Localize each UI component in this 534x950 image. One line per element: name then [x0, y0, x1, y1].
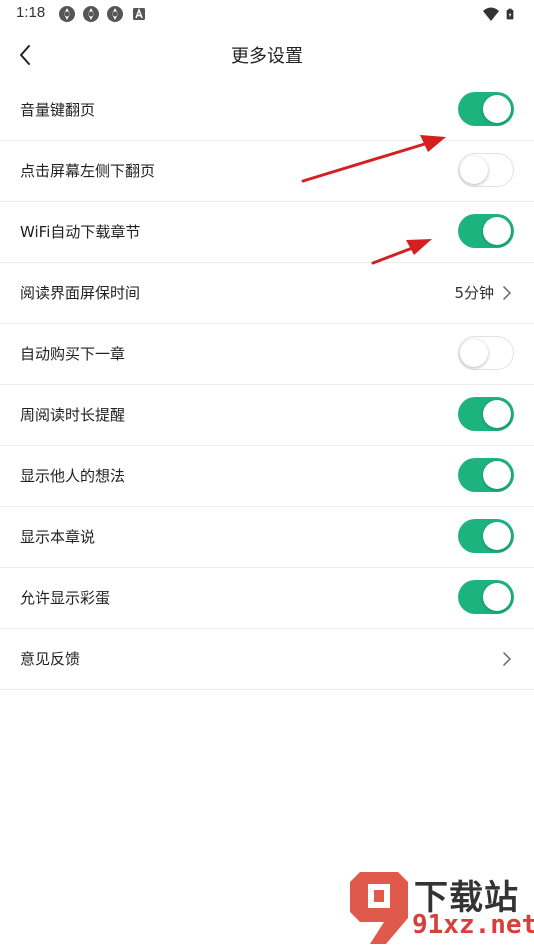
setting-tap-left-next-page: 点击屏幕左侧下翻页 [0, 141, 534, 202]
allow-easter-eggs-toggle[interactable] [458, 580, 514, 614]
watermark-text-bottom: 91xz.net [412, 910, 534, 940]
setting-label: 显示他人的想法 [20, 467, 126, 485]
setting-screensaver-time[interactable]: 阅读界面屏保时间 5分钟 [0, 263, 534, 324]
show-chapter-comments-toggle[interactable] [458, 519, 514, 553]
chevron-right-icon [503, 286, 511, 300]
toggle-knob [483, 95, 511, 123]
battery-icon [506, 8, 514, 20]
watermark: 下载站 91xz.net [346, 866, 534, 946]
setting-feedback[interactable]: 意见反馈 [0, 629, 534, 690]
toggle-knob [483, 583, 511, 611]
page-title: 更多设置 [231, 46, 303, 67]
setting-label: 意见反馈 [20, 650, 81, 668]
wifi-auto-download-toggle[interactable] [458, 214, 514, 248]
status-icons-right [482, 5, 518, 23]
status-bar: 1:18 [0, 0, 534, 28]
nav-bar: 更多设置 [0, 30, 534, 78]
chevron-right-icon [503, 652, 511, 666]
screensaver-time-value: 5分钟 [454, 284, 494, 302]
setting-auto-buy-next-chapter: 自动购买下一章 [0, 324, 534, 385]
setting-label: 周阅读时长提醒 [20, 406, 126, 424]
settings-list: 音量键翻页 点击屏幕左侧下翻页 WiFi自动下载章节 阅读界面屏保时间 5分钟 … [0, 80, 534, 690]
toggle-knob [460, 338, 488, 367]
toggle-knob [460, 155, 488, 184]
toggle-knob [483, 522, 511, 550]
setting-label: 显示本章说 [20, 528, 96, 546]
setting-label: WiFi自动下载章节 [20, 223, 141, 241]
tap-left-next-page-toggle[interactable] [458, 153, 514, 187]
app-icon [83, 6, 99, 22]
watermark-logo-icon [350, 872, 408, 944]
setting-label: 阅读界面屏保时间 [20, 284, 141, 302]
app-icon [107, 6, 123, 22]
setting-label: 允许显示彩蛋 [20, 589, 111, 607]
volume-key-page-turn-toggle[interactable] [458, 92, 514, 126]
setting-allow-easter-eggs: 允许显示彩蛋 [0, 568, 534, 629]
setting-wifi-auto-download: WiFi自动下载章节 [0, 202, 534, 263]
setting-label: 音量键翻页 [20, 101, 96, 119]
status-time: 1:18 [16, 4, 46, 21]
show-others-thoughts-toggle[interactable] [458, 458, 514, 492]
toggle-knob [483, 217, 511, 245]
toggle-knob [483, 461, 511, 489]
setting-label: 自动购买下一章 [20, 345, 126, 363]
setting-label: 点击屏幕左侧下翻页 [20, 162, 156, 180]
auto-buy-next-chapter-toggle[interactable] [458, 336, 514, 370]
setting-weekly-reading-reminder: 周阅读时长提醒 [0, 385, 534, 446]
setting-show-others-thoughts: 显示他人的想法 [0, 446, 534, 507]
toggle-knob [483, 400, 511, 428]
app-icon [59, 6, 75, 22]
a-icon [133, 7, 145, 20]
setting-show-chapter-comments: 显示本章说 [0, 507, 534, 568]
wifi-icon [483, 7, 499, 21]
setting-volume-key-page-turn: 音量键翻页 [0, 80, 534, 141]
status-icons-left [58, 5, 148, 23]
weekly-reading-reminder-toggle[interactable] [458, 397, 514, 431]
